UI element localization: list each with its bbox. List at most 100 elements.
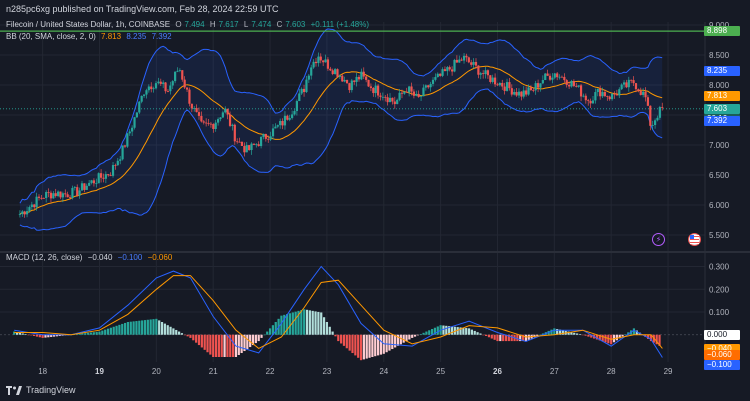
candle-body (568, 84, 571, 87)
candle-body (21, 211, 24, 215)
candle-body (319, 56, 322, 61)
macd-histogram-bar (374, 334, 377, 357)
macd-histogram-bar (345, 334, 348, 349)
macd-histogram-bar (220, 334, 223, 357)
candle-body (525, 90, 528, 95)
macd-histogram-bar (402, 334, 405, 343)
macd-histogram-bar (490, 334, 493, 339)
candle-body (131, 127, 134, 132)
candle-body (207, 123, 210, 124)
chart-canvas[interactable]: 9.0008.5008.0007.5007.0006.5006.0005.500… (0, 0, 750, 401)
candle-body (443, 69, 447, 72)
macd-label: MACD (12, 26, close) (6, 253, 83, 262)
tradingview-footer[interactable]: TradingView (6, 385, 76, 395)
macd-legend[interactable]: MACD (12, 26, close) −0.040 −0.100 −0.06… (6, 253, 175, 262)
macd-line-value: −0.100 (117, 253, 143, 262)
candle-body (238, 141, 241, 143)
macd-histogram-bar (84, 333, 87, 335)
macd-histogram-bar (365, 334, 368, 359)
macd-histogram-bar (587, 334, 590, 337)
macd-histogram-bar (104, 329, 107, 335)
candle-body (584, 95, 587, 101)
candle-body (431, 79, 435, 84)
candle-body (341, 75, 344, 82)
candle-body (357, 76, 361, 80)
macd-histogram-bar (328, 326, 331, 335)
candle-body (37, 196, 41, 198)
macd-histogram-bar (348, 334, 351, 351)
candle-body (23, 211, 26, 215)
candle-body (245, 145, 248, 153)
macd-histogram-bar (325, 322, 329, 335)
candle-body (276, 125, 279, 127)
candle-body (279, 120, 282, 126)
candle-body (429, 83, 432, 88)
time-tick-label: 19 (95, 367, 104, 376)
macd-histogram-bar (550, 329, 553, 335)
candle-body (601, 92, 604, 97)
candle-body (563, 76, 566, 81)
time-tick-label: 25 (436, 367, 445, 376)
time-tick-label: 29 (664, 367, 673, 376)
candle-body (620, 84, 623, 90)
candle-body (441, 69, 444, 76)
candle-body (634, 83, 638, 90)
candle-body (575, 85, 578, 87)
macd-histogram-bar (98, 331, 101, 335)
candle-body (343, 79, 346, 82)
candle-body (216, 119, 220, 123)
candle-body (73, 187, 76, 188)
candle-body (212, 124, 215, 129)
lightning-event-icon[interactable]: ⚡ (652, 233, 665, 246)
macd-tick-label: 0.200 (709, 285, 730, 294)
macd-histogram-bar (152, 319, 155, 335)
candle-body (40, 197, 43, 199)
macd-histogram-bar (405, 334, 408, 342)
candle-body (259, 136, 263, 147)
macd-histogram-bar (286, 314, 289, 335)
candle-body (350, 80, 353, 91)
candle-body (116, 160, 119, 166)
candle-body (606, 96, 609, 97)
macd-tag: −0.100 (704, 360, 740, 371)
candle-body (71, 187, 74, 199)
candle-body (630, 79, 633, 81)
macd-histogram-bar (177, 331, 181, 335)
candle-body (271, 128, 275, 137)
symbol-legend[interactable]: Filecoin / United States Dollar, 1h, COI… (6, 20, 372, 29)
candle-body (529, 87, 533, 91)
candle-body (176, 70, 179, 72)
candle-body (291, 114, 294, 119)
macd-histogram-bar (305, 309, 309, 335)
us-flag-event-icon[interactable] (688, 233, 701, 246)
macd-histogram-bar (217, 334, 220, 357)
macd-histogram-bar (465, 328, 468, 335)
candle-body (656, 117, 659, 121)
candle-body (625, 82, 628, 88)
candle-body (472, 61, 475, 65)
candle-body (515, 92, 518, 96)
time-tick-label: 21 (209, 367, 218, 376)
candle-body (185, 87, 189, 90)
macd-histogram-bar (172, 328, 175, 335)
candle-body (651, 124, 654, 126)
macd-histogram-bar (138, 320, 141, 335)
macd-histogram-bar (419, 334, 422, 335)
macd-histogram-bar (516, 334, 519, 342)
bb-legend[interactable]: BB (20, SMA, close, 2, 0) 7.813 8.235 7.… (6, 32, 175, 41)
candle-body (193, 108, 196, 109)
candle-body (384, 96, 387, 98)
macd-histogram-bar (280, 315, 283, 335)
macd-histogram-bar (223, 334, 226, 357)
candle-body (121, 145, 124, 160)
candle-body (505, 82, 509, 91)
candle-body (324, 59, 327, 63)
candle-body (391, 97, 394, 102)
macd-histogram-bar (27, 334, 30, 336)
candle-body (345, 79, 349, 84)
candle-body (467, 57, 470, 63)
candle-body (109, 175, 112, 177)
macd-histogram-bar (146, 319, 149, 335)
candle-body (393, 101, 396, 105)
candle-body (76, 187, 79, 196)
